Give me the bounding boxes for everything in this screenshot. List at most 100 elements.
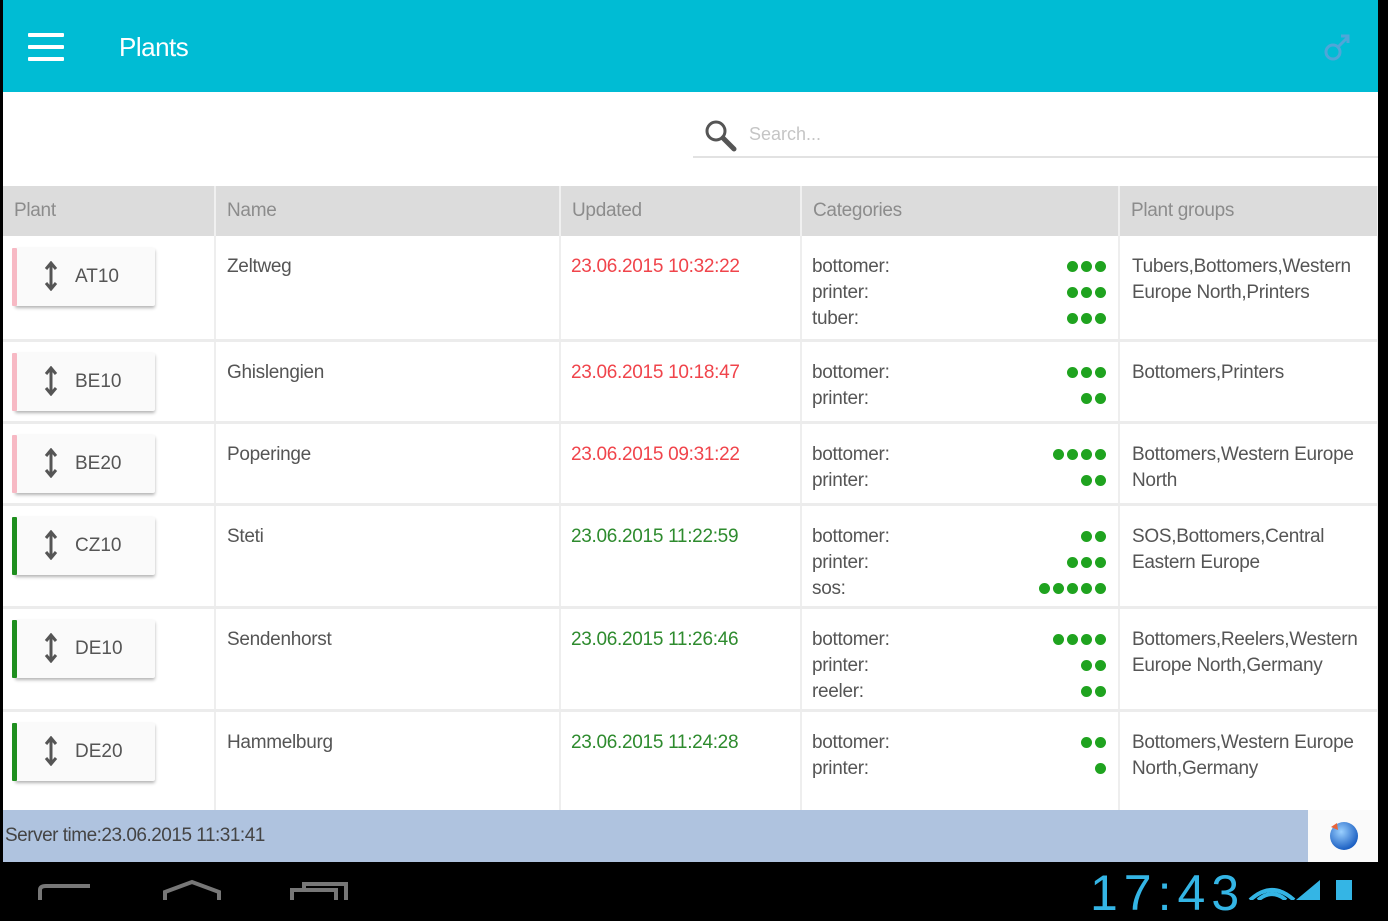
status-bar xyxy=(12,248,17,306)
status-dot xyxy=(1081,556,1092,568)
search-icon xyxy=(705,120,737,152)
hamburger-menu-icon[interactable] xyxy=(28,33,64,61)
plant-code: DE10 xyxy=(75,637,123,659)
table-row[interactable]: AT10 Zeltweg 23.06.2015 10:32:22 bottomer: p… xyxy=(3,236,1378,342)
status-dot xyxy=(1067,448,1078,460)
category-entry: printer: xyxy=(812,280,1117,306)
table-row[interactable]: DE20 Hammelburg 23.06.2015 11:24:28 bottome… xyxy=(3,710,1378,816)
header-plant[interactable]: Plant xyxy=(3,186,216,236)
status-dot xyxy=(1095,530,1106,542)
status-dot xyxy=(1095,287,1106,299)
status-bar xyxy=(12,434,17,493)
updated-cell: 23.06.2015 09:31:22 xyxy=(560,422,802,506)
plant-groups: Bottomers,Western Europe North xyxy=(1132,443,1354,491)
status-dot xyxy=(1067,287,1078,299)
table-header-row: Plant Name Updated Categories Plant grou… xyxy=(3,186,1378,236)
status-dot xyxy=(1067,556,1078,568)
status-dot xyxy=(1081,392,1092,404)
plant-name: Hammelburg xyxy=(227,731,333,753)
plant-button[interactable]: DE10 xyxy=(12,619,155,678)
sort-arrows-icon xyxy=(44,529,58,560)
status-clock: 17:43 xyxy=(1090,865,1246,921)
status-dot xyxy=(1095,659,1106,671)
plant-cell: AT10 xyxy=(3,236,216,342)
plant-name: Sendenhorst xyxy=(227,628,332,650)
status-dot xyxy=(1081,366,1092,378)
plant-groups: Bottomers,Western Europe North,Germany xyxy=(1132,731,1354,779)
updated-timestamp: 23.06.2015 09:31:22 xyxy=(571,443,740,465)
category-label: bottomer: xyxy=(812,525,890,547)
category-label: printer: xyxy=(812,551,869,573)
status-dot xyxy=(1053,582,1064,594)
updated-timestamp: 23.06.2015 10:32:22 xyxy=(571,256,740,277)
status-dot xyxy=(1081,261,1092,273)
category-dots xyxy=(1064,280,1106,306)
category-dots xyxy=(1078,730,1106,756)
status-dot xyxy=(1053,633,1064,645)
name-cell: Ghislengien xyxy=(215,340,561,424)
status-dot xyxy=(1081,736,1092,748)
status-dot xyxy=(1039,582,1050,594)
table-row[interactable]: DE10 Sendenhorst 23.06.2015 11:26:46 bottom… xyxy=(3,607,1378,712)
search-input[interactable] xyxy=(749,120,1349,148)
status-dot xyxy=(1095,762,1106,774)
category-entry: printer: xyxy=(812,386,1117,412)
status-dot xyxy=(1081,685,1092,697)
category-label: printer: xyxy=(812,282,869,303)
name-cell: Poperinge xyxy=(215,422,561,506)
plant-cell: DE20 xyxy=(3,710,216,816)
plant-groups: Tubers,Bottomers,Western Europe North,Pr… xyxy=(1132,256,1351,303)
plant-groups-cell: Bottomers,Printers xyxy=(1119,340,1378,424)
category-entry: sos: xyxy=(812,576,1117,602)
sort-arrows-icon xyxy=(44,365,58,396)
category-label: bottomer: xyxy=(812,361,890,383)
plant-button[interactable]: DE20 xyxy=(12,722,155,781)
updated-cell: 23.06.2015 10:32:22 xyxy=(560,236,802,342)
updated-cell: 23.06.2015 10:18:47 xyxy=(560,340,802,424)
status-dot xyxy=(1081,474,1092,486)
status-dot xyxy=(1081,448,1092,460)
plant-cell: BE10 xyxy=(3,340,216,424)
category-label: bottomer: xyxy=(812,628,890,650)
page-title: Plants xyxy=(119,32,189,62)
category-label: reeler: xyxy=(812,680,864,702)
footer-bar: Server time:23.06.2015 11:31:41 xyxy=(3,810,1378,862)
updated-timestamp: 23.06.2015 11:22:59 xyxy=(571,525,739,547)
status-dot xyxy=(1053,448,1064,460)
category-label: printer: xyxy=(812,387,869,409)
status-dot xyxy=(1081,582,1092,594)
header-name[interactable]: Name xyxy=(215,186,561,236)
status-dot xyxy=(1095,474,1106,486)
plant-button[interactable]: BE20 xyxy=(12,434,155,493)
refresh-globe-icon xyxy=(1330,821,1358,850)
gender-icon[interactable] xyxy=(1323,30,1353,64)
updated-timestamp: 23.06.2015 11:26:46 xyxy=(571,628,739,650)
plant-name: Ghislengien xyxy=(227,361,325,383)
search-bar xyxy=(693,112,1378,158)
status-dot xyxy=(1095,685,1106,697)
header-updated[interactable]: Updated xyxy=(560,186,802,236)
refresh-button[interactable] xyxy=(1308,810,1378,862)
app-bar: Plants xyxy=(3,0,1378,92)
plant-button[interactable]: CZ10 xyxy=(12,516,155,575)
table-row[interactable]: BE10 Ghislengien 23.06.2015 10:18:47 bottom… xyxy=(3,340,1378,424)
table-row[interactable]: BE20 Poperinge 23.06.2015 09:31:22 bottomer… xyxy=(3,422,1378,506)
plant-groups-cell: Bottomers,Western Europe North xyxy=(1119,422,1378,506)
plant-code: DE20 xyxy=(75,740,123,762)
status-dot xyxy=(1095,261,1106,273)
header-plant-groups[interactable]: Plant groups xyxy=(1119,186,1378,236)
plant-button[interactable]: BE10 xyxy=(12,352,155,411)
header-categories[interactable]: Categories xyxy=(801,186,1120,236)
plant-name: Zeltweg xyxy=(227,256,292,277)
category-dots xyxy=(1050,627,1106,653)
plant-groups-cell: SOS,Bottomers,Central Eastern Europe xyxy=(1119,504,1378,609)
plant-button[interactable]: AT10 xyxy=(12,248,155,306)
status-dot xyxy=(1081,633,1092,645)
plant-name: Poperinge xyxy=(227,443,311,465)
categories-cell: bottomer: printer: tuber: xyxy=(801,236,1120,342)
status-dot xyxy=(1095,582,1106,594)
category-entry: printer: xyxy=(812,756,1117,782)
table-row[interactable]: CZ10 Steti 23.06.2015 11:22:59 bottomer: pri… xyxy=(3,504,1378,609)
plant-code: AT10 xyxy=(75,266,120,287)
category-label: printer: xyxy=(812,469,869,491)
